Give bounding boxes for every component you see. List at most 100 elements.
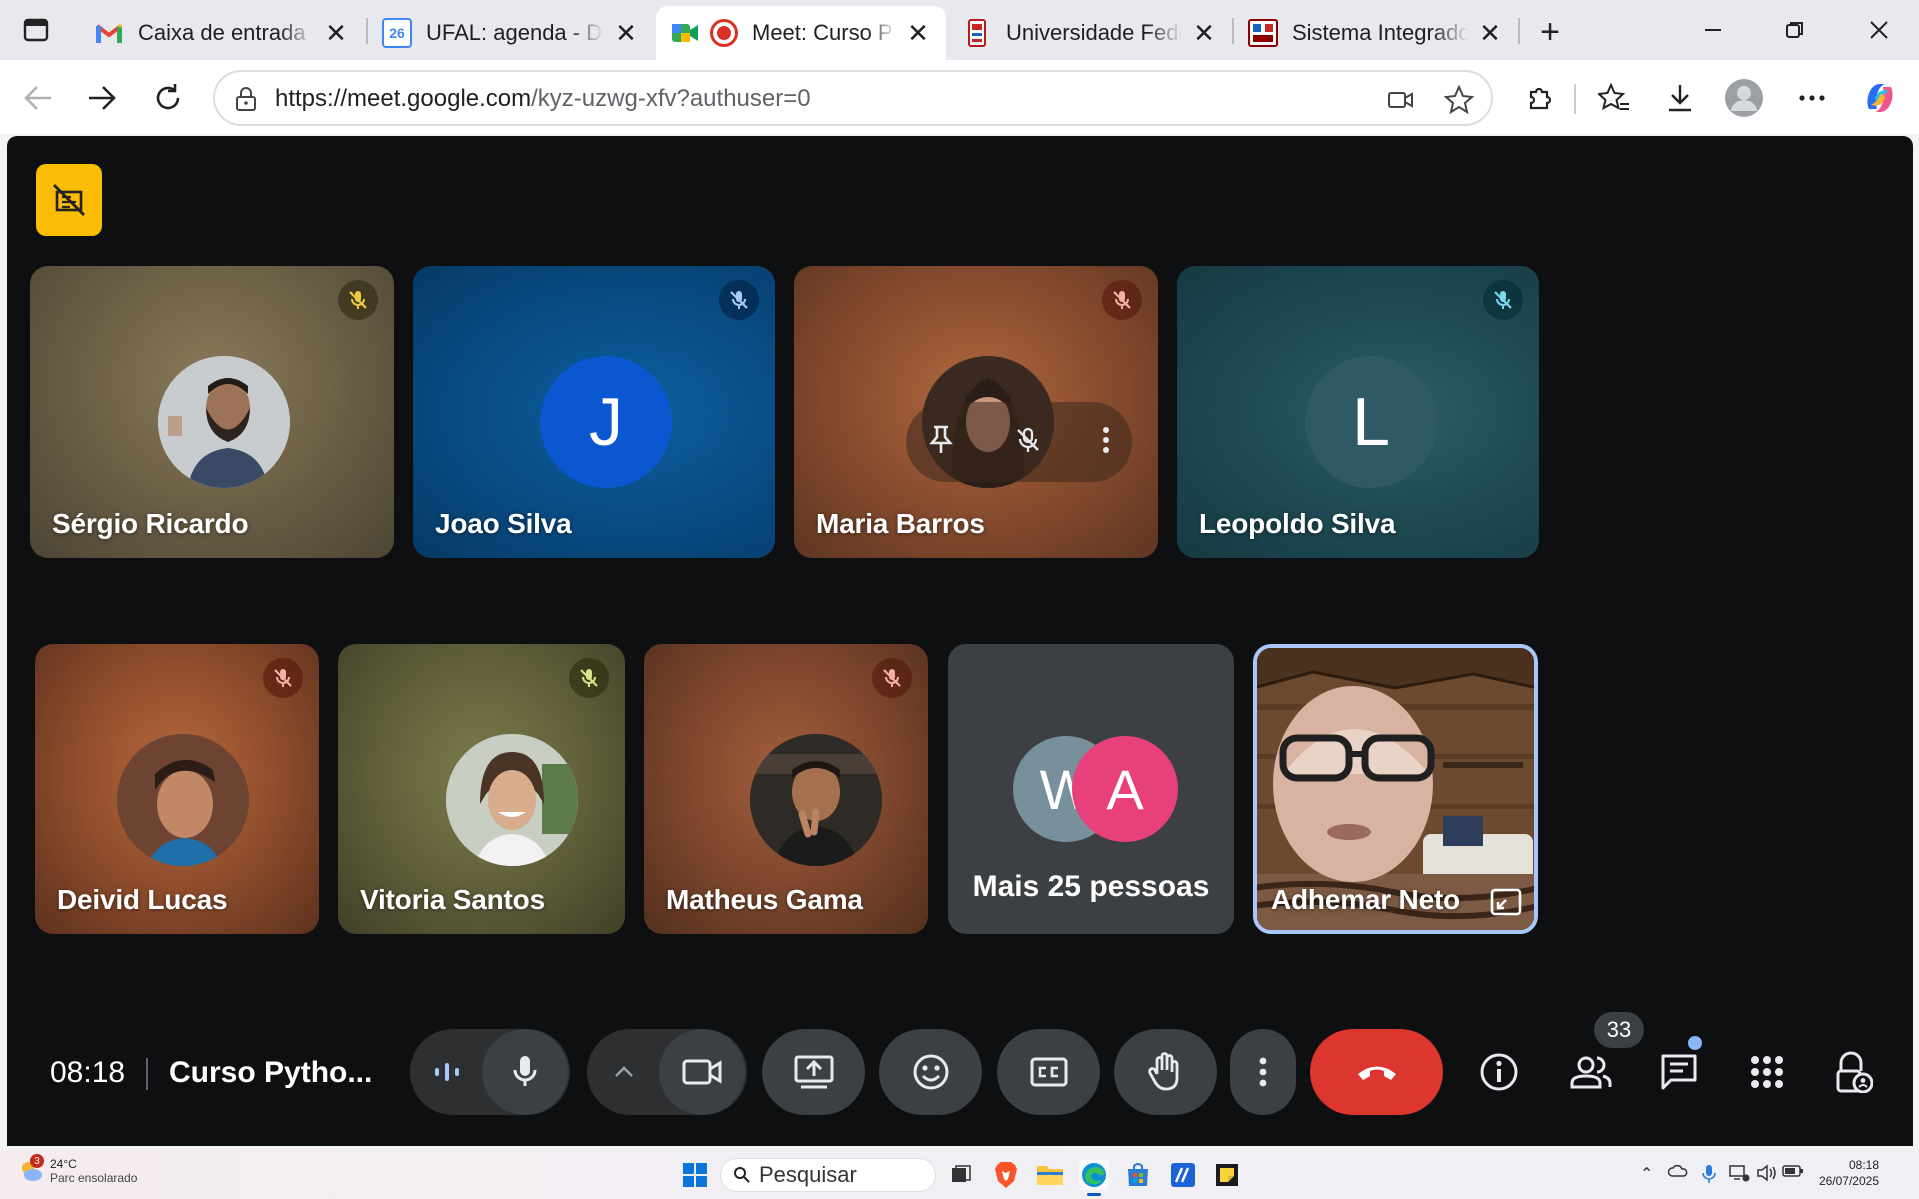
chevron-up-icon[interactable] bbox=[589, 1029, 659, 1115]
taskbar-search[interactable]: Pesquisar bbox=[720, 1158, 936, 1192]
mute-participant-icon[interactable] bbox=[1014, 426, 1042, 459]
ufal-icon bbox=[962, 18, 992, 48]
activities-icon[interactable] bbox=[1741, 1046, 1793, 1098]
weather-badge: 3 bbox=[30, 1154, 44, 1168]
pycharm-like-app-icon[interactable] bbox=[1168, 1160, 1198, 1190]
more-vert-icon[interactable] bbox=[1102, 425, 1110, 460]
participant-tile[interactable]: Vitoria Santos bbox=[338, 644, 625, 934]
picture-in-picture-icon[interactable] bbox=[1490, 888, 1522, 916]
participant-name: Leopoldo Silva bbox=[1199, 508, 1396, 539]
emoji-reaction-button[interactable] bbox=[879, 1029, 982, 1115]
edge-icon[interactable] bbox=[1079, 1160, 1109, 1196]
battery-icon[interactable] bbox=[1782, 1164, 1804, 1183]
restore-button[interactable] bbox=[1765, 8, 1825, 52]
tab-meet[interactable]: Meet: Curso P ✕ bbox=[656, 6, 946, 60]
camera-button[interactable] bbox=[659, 1029, 745, 1115]
url-text: https://meet.google.com/kyz-uzwg-xfv?aut… bbox=[275, 85, 811, 113]
people-icon[interactable] bbox=[1565, 1046, 1617, 1098]
microsoft-store-icon[interactable] bbox=[1123, 1160, 1153, 1190]
close-window-button[interactable] bbox=[1849, 8, 1909, 52]
task-view-icon[interactable] bbox=[946, 1160, 976, 1190]
camera-in-use-icon[interactable] bbox=[1385, 84, 1417, 116]
leave-call-button[interactable] bbox=[1310, 1029, 1443, 1115]
participant-tile[interactable]: Maria Barros bbox=[794, 266, 1158, 558]
muted-mic-icon bbox=[719, 280, 759, 320]
file-explorer-icon[interactable] bbox=[1035, 1160, 1065, 1190]
close-icon[interactable]: ✕ bbox=[904, 18, 932, 48]
participant-avatar bbox=[117, 734, 249, 866]
system-clock[interactable]: 08:18 26/07/2025 bbox=[1819, 1157, 1879, 1189]
brave-icon[interactable] bbox=[991, 1160, 1021, 1190]
tab-title: Universidade Fede bbox=[1006, 20, 1182, 45]
meeting-clock: 08:18 bbox=[50, 1056, 126, 1089]
close-icon[interactable]: ✕ bbox=[612, 18, 640, 48]
tab-sistema[interactable]: Sistema Integrado ✕ bbox=[1234, 6, 1518, 60]
participant-tile[interactable]: Matheus Gama bbox=[644, 644, 928, 934]
url-host: https://meet.google.com bbox=[275, 85, 532, 112]
url-path: /kyz-uzwg-xfv?authuser=0 bbox=[531, 85, 811, 112]
self-view-tile[interactable]: Adhemar Neto bbox=[1253, 644, 1538, 934]
new-tab-button[interactable]: + bbox=[1530, 12, 1570, 52]
volume-icon[interactable] bbox=[1756, 1164, 1778, 1187]
participant-avatar: A bbox=[1072, 736, 1178, 842]
extensions-icon[interactable] bbox=[1520, 78, 1560, 118]
participant-tile[interactable]: Sérgio Ricardo bbox=[30, 266, 394, 558]
copilot-icon[interactable] bbox=[1860, 78, 1900, 118]
back-button[interactable] bbox=[16, 76, 60, 120]
host-controls-icon[interactable] bbox=[1827, 1046, 1879, 1098]
chat-notification-dot bbox=[1688, 1036, 1702, 1050]
search-placeholder: Pesquisar bbox=[759, 1162, 857, 1187]
minimize-button[interactable] bbox=[1683, 8, 1743, 52]
more-options-button[interactable] bbox=[1230, 1029, 1296, 1115]
sticky-notes-icon[interactable] bbox=[1212, 1160, 1242, 1190]
profile-avatar[interactable] bbox=[1724, 78, 1764, 118]
microphone-button[interactable] bbox=[482, 1029, 568, 1115]
participant-name: Deivid Lucas bbox=[57, 884, 228, 915]
site-info-icon[interactable] bbox=[233, 86, 259, 112]
raise-hand-button[interactable] bbox=[1114, 1029, 1217, 1115]
tab-universidade[interactable]: Universidade Fede ✕ bbox=[948, 6, 1232, 60]
participant-avatar bbox=[750, 734, 882, 866]
participant-tile[interactable]: L Leopoldo Silva bbox=[1177, 266, 1539, 558]
more-people-tile[interactable]: W A Mais 25 pessoas bbox=[948, 644, 1234, 934]
onedrive-icon[interactable] bbox=[1667, 1164, 1688, 1183]
browser-toolbar: https://meet.google.com/kyz-uzwg-xfv?aut… bbox=[0, 60, 1919, 134]
present-screen-button[interactable] bbox=[762, 1029, 865, 1115]
participant-name: Maria Barros bbox=[816, 508, 985, 539]
tab-title: Sistema Integrado bbox=[1292, 20, 1468, 45]
favorites-icon[interactable] bbox=[1594, 78, 1634, 118]
microphone-tray-icon[interactable] bbox=[1702, 1164, 1716, 1189]
tab-actions-icon[interactable] bbox=[20, 14, 52, 46]
weather-widget[interactable]: 3 24°C Parc ensolarado bbox=[18, 1154, 138, 1185]
toolbar-divider bbox=[1574, 84, 1576, 114]
network-icon[interactable] bbox=[1728, 1164, 1750, 1187]
captions-button[interactable] bbox=[997, 1029, 1100, 1115]
forward-button[interactable] bbox=[80, 76, 124, 120]
more-options-icon[interactable] bbox=[1792, 78, 1832, 118]
close-icon[interactable]: ✕ bbox=[322, 18, 350, 48]
chat-icon[interactable] bbox=[1653, 1046, 1705, 1098]
weather-description: Parc ensolarado bbox=[50, 1171, 138, 1185]
tab-calendar[interactable]: 26 UFAL: agenda - De ✕ bbox=[368, 6, 654, 60]
download-icon[interactable] bbox=[1660, 78, 1700, 118]
bar-divider bbox=[146, 1058, 148, 1090]
pin-icon[interactable] bbox=[928, 425, 954, 460]
participant-tile[interactable]: Deivid Lucas bbox=[35, 644, 319, 934]
close-icon[interactable]: ✕ bbox=[1476, 18, 1504, 48]
participant-count-badge: 33 bbox=[1594, 1012, 1644, 1048]
reload-button[interactable] bbox=[146, 76, 190, 120]
sig-icon bbox=[1248, 18, 1278, 48]
tab-gmail[interactable]: Caixa de entrada ( ✕ bbox=[80, 6, 364, 60]
meeting-info-icon[interactable] bbox=[1473, 1046, 1525, 1098]
chevron-up-icon[interactable]: ⌃ bbox=[1640, 1164, 1653, 1184]
address-bar[interactable]: https://meet.google.com/kyz-uzwg-xfv?aut… bbox=[213, 70, 1493, 126]
audio-control-group bbox=[410, 1029, 570, 1115]
presentation-paused-icon[interactable] bbox=[36, 164, 102, 236]
participant-tile[interactable]: J Joao Silva bbox=[413, 266, 775, 558]
gmail-icon bbox=[94, 18, 124, 48]
favorite-star-icon[interactable] bbox=[1443, 84, 1475, 116]
close-icon[interactable]: ✕ bbox=[1190, 18, 1218, 48]
windows-start-icon[interactable] bbox=[680, 1160, 710, 1190]
participant-avatar bbox=[158, 356, 290, 488]
participant-name: Vitoria Santos bbox=[360, 884, 545, 915]
